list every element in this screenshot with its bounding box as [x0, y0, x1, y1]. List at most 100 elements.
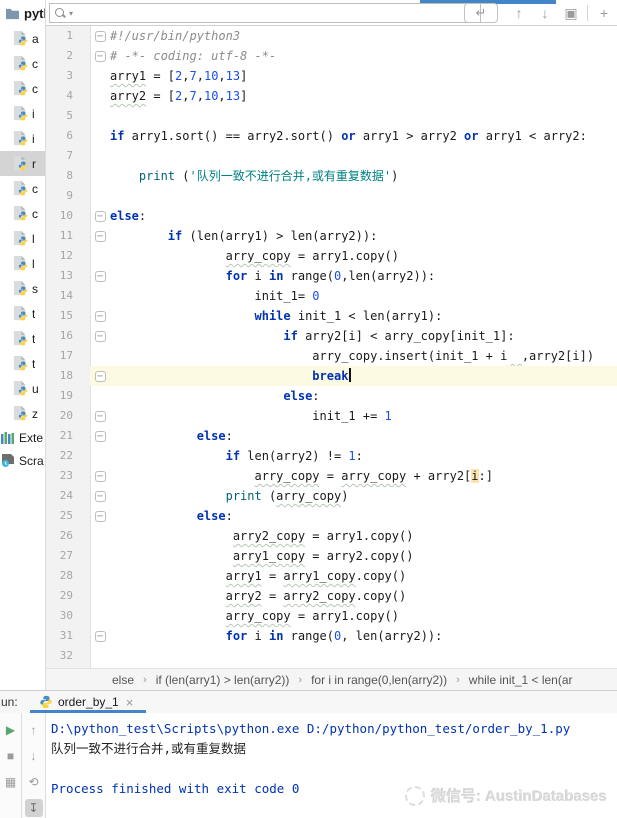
breadcrumb-item[interactable]: for i in range(0,len(arry2))	[311, 673, 447, 687]
code-line-text[interactable]: print ('队列一致不进行合并,或有重复数据')	[110, 166, 398, 186]
code-line[interactable]: 27 arry1_copy = arry2.copy()	[46, 546, 617, 566]
line-number[interactable]: 26	[46, 526, 90, 546]
line-number[interactable]: 7	[46, 146, 90, 166]
code-line-text[interactable]: while init_1 < len(arry1):	[110, 306, 442, 326]
code-line[interactable]: 14 init_1= 0	[46, 286, 617, 306]
project-file-row[interactable]: c	[0, 51, 45, 76]
code-line[interactable]: 13− for i in range(0,len(arry2)):	[46, 266, 617, 286]
project-file-row[interactable]: l	[0, 251, 45, 276]
fold-marker-icon[interactable]: −	[95, 471, 106, 482]
code-line[interactable]: 17 arry_copy.insert(init_1 + i ,arry2[i]…	[46, 346, 617, 366]
code-line-text[interactable]: else:	[110, 426, 233, 446]
code-line-text[interactable]: else:	[110, 386, 320, 406]
code-line[interactable]: 20− init_1 += 1	[46, 406, 617, 426]
line-number[interactable]: 21	[46, 426, 90, 446]
fold-marker-icon[interactable]: −	[95, 511, 106, 522]
line-number[interactable]: 3	[46, 66, 90, 86]
code-line[interactable]: 18− break	[46, 366, 617, 386]
code-line[interactable]: 10−else:	[46, 206, 617, 226]
project-file-row[interactable]: a	[0, 26, 45, 51]
line-number[interactable]: 6	[46, 126, 90, 146]
code-line-text[interactable]: # -*- coding: utf-8 -*-	[110, 46, 276, 66]
code-line-text[interactable]: arry1_copy = arry2.copy()	[110, 546, 413, 566]
line-number[interactable]: 13	[46, 266, 90, 286]
code-line[interactable]: 7	[46, 146, 617, 166]
code-line-text[interactable]: init_1 += 1	[110, 406, 392, 426]
scroll-to-end-icon[interactable]: ↧	[25, 799, 43, 817]
code-line-text[interactable]: if arry1.sort() == arry2.sort() or arry1…	[110, 126, 587, 146]
fold-marker-icon[interactable]: −	[95, 371, 106, 382]
line-number[interactable]: 15	[46, 306, 90, 326]
breadcrumb-item[interactable]: else	[112, 673, 134, 687]
line-number[interactable]: 2	[46, 46, 90, 66]
code-line-text[interactable]: arry_copy = arry1.copy()	[110, 606, 399, 626]
code-line[interactable]: 31− for i in range(0, len(arry2)):	[46, 626, 617, 646]
breadcrumb-item[interactable]: while init_1 < len(ar	[469, 673, 573, 687]
line-number[interactable]: 31	[46, 626, 90, 646]
code-line[interactable]: 11− if (len(arry1) > len(arry2)):	[46, 226, 617, 246]
search-box[interactable]: ▾	[49, 3, 481, 23]
search-input[interactable]	[75, 5, 480, 21]
code-line-text[interactable]: print (arry_copy)	[110, 486, 348, 506]
code-line[interactable]: 1−#!/usr/bin/python3	[46, 26, 617, 46]
project-file-row[interactable]: i	[0, 126, 45, 151]
code-line[interactable]: 5	[46, 106, 617, 126]
code-line[interactable]: 30 arry_copy = arry1.copy()	[46, 606, 617, 626]
line-number[interactable]: 19	[46, 386, 90, 406]
line-number[interactable]: 24	[46, 486, 90, 506]
code-line-text[interactable]: arry_copy = arry1.copy()	[110, 246, 399, 266]
code-line[interactable]: 24− print (arry_copy)	[46, 486, 617, 506]
code-line-text[interactable]: break	[110, 366, 351, 386]
line-number[interactable]: 1	[46, 26, 90, 46]
code-line[interactable]: 22 if len(arry2) != 1:	[46, 446, 617, 466]
add-occurrence-icon[interactable]: +	[591, 5, 617, 21]
previous-occurrence-icon[interactable]: ↑	[506, 5, 532, 21]
code-line[interactable]: 19 else:	[46, 386, 617, 406]
line-number[interactable]: 16	[46, 326, 90, 346]
line-number[interactable]: 18	[46, 366, 90, 386]
code-editor[interactable]: 1−#!/usr/bin/python32−# -*- coding: utf-…	[46, 26, 617, 668]
code-line-text[interactable]: init_1= 0	[110, 286, 320, 306]
code-line[interactable]: 25− else:	[46, 506, 617, 526]
code-line[interactable]: 28 arry1 = arry1_copy.copy()	[46, 566, 617, 586]
code-line[interactable]: 23− arry_copy = arry_copy + arry2[i:]	[46, 466, 617, 486]
line-number[interactable]: 20	[46, 406, 90, 426]
fold-marker-icon[interactable]: −	[95, 31, 106, 42]
code-line-text[interactable]: arry1 = arry1_copy.copy()	[110, 566, 406, 586]
fold-marker-icon[interactable]: −	[95, 411, 106, 422]
code-line[interactable]: 9	[46, 186, 617, 206]
line-number[interactable]: 8	[46, 166, 90, 186]
fold-marker-icon[interactable]: −	[95, 331, 106, 342]
project-file-row[interactable]: i	[0, 101, 45, 126]
fold-marker-icon[interactable]: −	[95, 231, 106, 242]
line-number[interactable]: 17	[46, 346, 90, 366]
code-line[interactable]: 32	[46, 646, 617, 666]
code-line[interactable]: 2−# -*- coding: utf-8 -*-	[46, 46, 617, 66]
code-line[interactable]: 26 arry2_copy = arry1.copy()	[46, 526, 617, 546]
project-file-row[interactable]: r	[0, 151, 45, 176]
project-file-row[interactable]: c	[0, 176, 45, 201]
line-number[interactable]: 32	[46, 646, 90, 666]
fold-marker-icon[interactable]: −	[95, 51, 106, 62]
code-line[interactable]: 8 print ('队列一致不进行合并,或有重复数据')	[46, 166, 617, 186]
line-number[interactable]: 30	[46, 606, 90, 626]
line-number[interactable]: 9	[46, 186, 90, 206]
fold-marker-icon[interactable]: −	[95, 311, 106, 322]
project-file-row[interactable]: s	[0, 276, 45, 301]
project-file-row[interactable]: u	[0, 376, 45, 401]
stop-icon[interactable]: ■	[2, 747, 20, 765]
code-line-text[interactable]: if (len(arry1) > len(arry2)):	[110, 226, 377, 246]
line-number[interactable]: 5	[46, 106, 90, 126]
code-line-text[interactable]: if arry2[i] < arry_copy[init_1]:	[110, 326, 515, 346]
project-root-row[interactable]: pytl	[0, 0, 45, 26]
rerun-icon[interactable]: ▶	[2, 721, 20, 739]
code-line-text[interactable]: if len(arry2) != 1:	[110, 446, 363, 466]
code-line-text[interactable]: for i in range(0, len(arry2)):	[110, 626, 442, 646]
fold-marker-icon[interactable]: −	[95, 211, 106, 222]
up-stack-icon[interactable]: ↑	[25, 721, 43, 739]
project-file-row[interactable]: c	[0, 201, 45, 226]
code-line-text[interactable]: arry2 = [2,7,10,13]	[110, 86, 247, 106]
project-file-row[interactable]: t	[0, 351, 45, 376]
project-file-row[interactable]: t	[0, 301, 45, 326]
sidebar-item-external-libraries[interactable]: Exte	[0, 426, 45, 449]
